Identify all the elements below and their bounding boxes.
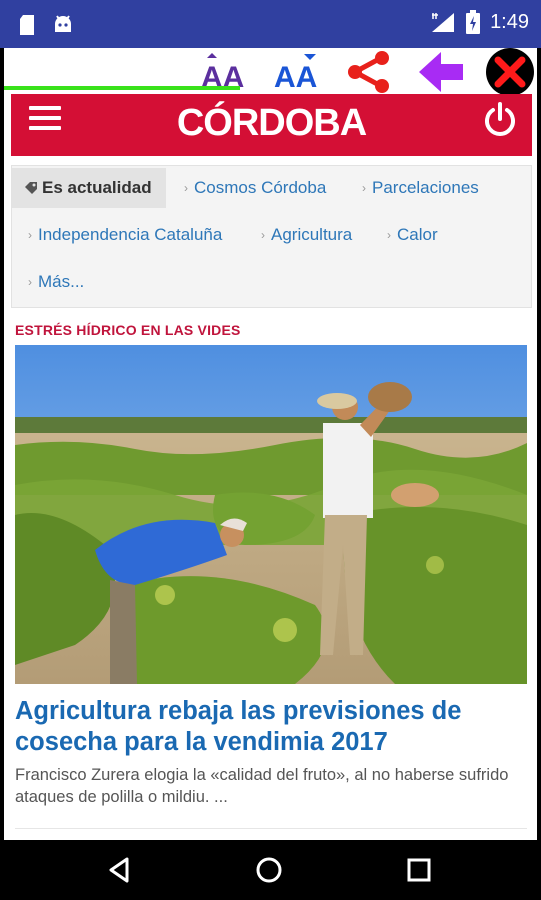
home-circle-icon	[256, 857, 282, 883]
divider	[15, 828, 527, 829]
android-nav-bar	[0, 840, 541, 900]
tag-label: Calor	[397, 225, 438, 244]
topic-tags: Es actualidad › Cosmos Córdoba › Parcela…	[11, 165, 532, 308]
font-decrease-button[interactable]: AA	[272, 50, 322, 94]
close-icon	[486, 48, 534, 96]
close-button[interactable]	[485, 48, 535, 96]
svg-text:AA: AA	[274, 61, 317, 92]
share-button[interactable]	[344, 50, 394, 94]
chevron-right-icon: ›	[28, 228, 32, 242]
sd-card-icon	[20, 15, 34, 35]
article-photo[interactable]	[15, 345, 527, 684]
back-triangle-icon	[109, 857, 129, 883]
tag-parcelaciones[interactable]: › Parcelaciones	[362, 168, 479, 208]
tag-calor[interactable]: › Calor	[387, 215, 438, 255]
share-icon	[348, 51, 389, 93]
tag-label: Independencia Cataluña	[38, 225, 223, 244]
tag-es-actualidad[interactable]: Es actualidad	[12, 168, 166, 208]
tag-icon	[25, 182, 37, 194]
article-summary: Francisco Zurera elogia la «calidad del …	[15, 766, 509, 806]
signal-icon	[432, 13, 455, 32]
android-icon	[55, 15, 71, 32]
chevron-right-icon: ›	[387, 228, 391, 242]
chevron-right-icon: ›	[28, 275, 32, 289]
chevron-right-icon: ›	[184, 181, 188, 195]
clock: 1:49	[490, 10, 529, 33]
back-button[interactable]	[416, 50, 466, 94]
nav-home-button[interactable]	[247, 854, 291, 886]
page-load-progress	[4, 86, 240, 90]
article-kicker: ESTRÉS HÍDRICO EN LAS VIDES	[15, 322, 241, 338]
tag-mas[interactable]: › Más...	[28, 262, 84, 302]
article-headline[interactable]: Agricultura rebaja las previsiones de co…	[15, 696, 527, 758]
app-screen: AA AA CÓRDOBA Es actualidad › Cosmos Cór…	[4, 48, 537, 840]
back-arrow-icon	[419, 52, 463, 92]
site-header: CÓRDOBA	[11, 94, 532, 156]
nav-recents-button[interactable]	[397, 854, 441, 886]
power-icon[interactable]	[482, 102, 518, 138]
nav-back-button[interactable]	[97, 854, 141, 886]
tag-label: Agricultura	[271, 225, 353, 244]
tag-independencia-cataluna[interactable]: › Independencia Cataluña	[28, 215, 222, 255]
chevron-right-icon: ›	[261, 228, 265, 242]
app-toolbar: AA AA	[4, 48, 537, 96]
tag-label: Parcelaciones	[372, 178, 479, 197]
battery-icon	[466, 10, 481, 34]
chevron-right-icon: ›	[362, 181, 366, 195]
site-logo[interactable]: CÓRDOBA	[11, 102, 532, 145]
tag-agricultura[interactable]: › Agricultura	[261, 215, 352, 255]
tag-cosmos-cordoba[interactable]: › Cosmos Córdoba	[184, 168, 326, 208]
recents-square-icon	[407, 858, 431, 882]
font-decrease-icon: AA	[274, 54, 317, 92]
status-bar: 1:49	[0, 0, 541, 48]
tag-label: Más...	[38, 272, 85, 291]
tag-label: Es actualidad	[42, 178, 152, 197]
vineyard-photo	[15, 345, 527, 684]
tag-label: Cosmos Córdoba	[194, 178, 327, 197]
